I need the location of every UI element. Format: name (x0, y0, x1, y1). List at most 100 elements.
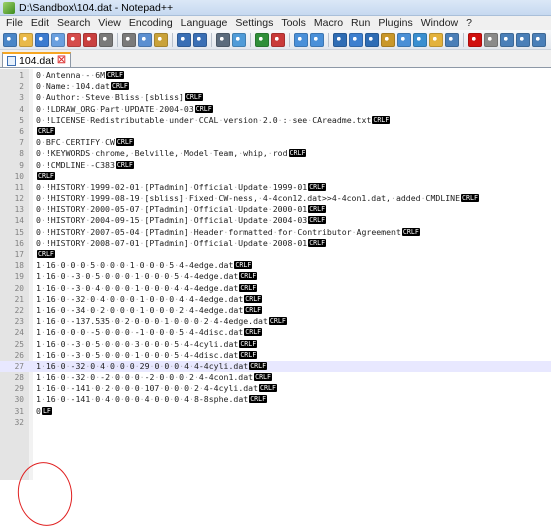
menu-window[interactable]: Window (417, 17, 462, 29)
user-lang-icon[interactable] (381, 32, 395, 47)
play-macro-icon[interactable] (500, 32, 514, 47)
menu-plugins[interactable]: Plugins (374, 17, 416, 29)
editor-line[interactable]: 9 0·!CMDLINE·-C383 CRLF (0, 160, 551, 171)
editor-line[interactable]: 11 0·!HISTORY·1999-02-01·[PTadmin]·Offici… (0, 182, 551, 193)
eol-marker: CRLF (239, 272, 258, 281)
editor-line[interactable]: 1 0·Antenna·-·6M CRLF (0, 70, 551, 81)
editor-line[interactable]: 29 1·16·0·-141·0·2·0·0·0·107·0·0·0·2·4-4c… (0, 383, 551, 394)
editor-lines[interactable]: 1 0·Antenna·-·6M CRLF 2 0·Name:·104.dat CRLF 3… (0, 70, 551, 428)
tab-close-icon[interactable]: ☒ (57, 55, 66, 66)
stop-macro-icon[interactable] (484, 32, 498, 47)
line-number: 22 (14, 305, 24, 315)
copy-icon[interactable] (138, 32, 152, 47)
doc-map-icon[interactable] (397, 32, 411, 47)
menu-search[interactable]: Search (53, 17, 94, 29)
cut-icon[interactable] (122, 32, 136, 47)
editor-line[interactable]: 16 0·!HISTORY·2008-07-01·[PTadmin]·Offici… (0, 238, 551, 249)
editor-line[interactable]: 8 0·!KEYWORDS·chrome,·Belville,·Model·Tea… (0, 148, 551, 159)
zoom-out-icon[interactable] (271, 32, 285, 47)
editor-line[interactable]: 21 1·16·0·-32·0·4·0·0·0·1·0·0·0·4·4-4edge… (0, 294, 551, 305)
save-all-icon[interactable] (51, 32, 65, 47)
editor-line[interactable]: 32 (0, 417, 551, 428)
save-icon[interactable] (35, 32, 49, 47)
line-number: 5 (19, 115, 24, 125)
editor-line[interactable]: 14 0·!HISTORY·2004-09-15·[PTadmin]·Offici… (0, 215, 551, 226)
indent-guide-icon[interactable] (365, 32, 379, 47)
redo-icon[interactable] (193, 32, 207, 47)
close-icon[interactable] (67, 32, 81, 47)
editor-line[interactable]: 3 0·Author:·Steve·Bliss·[sbliss] CRLF (0, 92, 551, 103)
menu-view[interactable]: View (94, 17, 125, 29)
paste-icon[interactable] (154, 32, 168, 47)
editor-line[interactable]: 4 0·!LDRAW_ORG·Part·UPDATE·2004-03 CRLF (0, 104, 551, 115)
menu-encoding[interactable]: Encoding (125, 17, 177, 29)
sync-h-icon[interactable] (310, 32, 324, 47)
line-number: 7 (19, 138, 24, 148)
editor-line[interactable]: 15 0·!HISTORY·2007-05-04·[PTadmin]·Header… (0, 227, 551, 238)
editor-line[interactable]: 17 CRLF (0, 249, 551, 260)
editor-area[interactable]: 1 0·Antenna·-·6M CRLF 2 0·Name:·104.dat CRLF 3… (0, 69, 551, 530)
menu-settings[interactable]: Settings (231, 17, 277, 29)
menu-help[interactable]: ? (462, 17, 476, 29)
line-text: 1·16·0·-3·0·5·0·0·0·1·0·0·0·5·4-4edge.da… (36, 271, 258, 282)
editor-line[interactable]: 30 1·16·0·-141·0·4·0·0·0·4·0·0·0·4·8-8sph… (0, 394, 551, 405)
editor-line[interactable]: 10 CRLF (0, 171, 551, 182)
editor-line[interactable]: 6 CRLF (0, 126, 551, 137)
line-text: 0·BFC·CERTIFY·CW CRLF (36, 137, 134, 148)
close-all-icon[interactable] (83, 32, 97, 47)
line-number: 15 (14, 227, 24, 237)
line-number: 8 (19, 149, 24, 159)
editor-line[interactable]: 25 1·16·0·-3·0·5·0·0·0·3·0·0·0·5·4-4cyli.… (0, 339, 551, 350)
eol-marker: CRLF (461, 194, 479, 203)
editor-line[interactable]: 13 0·!HISTORY·2000-05-07·[PTadmin]·Offici… (0, 204, 551, 215)
line-number: 30 (14, 395, 24, 405)
editor-line[interactable]: 19 1·16·0·-3·0·5·0·0·0·1·0·0·0·5·4-4edge.… (0, 271, 551, 282)
func-list-icon[interactable] (413, 32, 427, 47)
eol-marker: CRLF (259, 384, 277, 393)
eol-marker: CRLF (110, 82, 129, 91)
editor-line[interactable]: 7 0·BFC·CERTIFY·CW CRLF (0, 137, 551, 148)
menu-macro[interactable]: Macro (310, 17, 347, 29)
menu-language[interactable]: Language (177, 17, 232, 29)
toolbar-separator (117, 32, 118, 47)
line-text: 0·!HISTORY·2007-05-04·[PTadmin]·Header·f… (36, 226, 420, 237)
new-file-icon[interactable] (3, 32, 17, 47)
editor-line[interactable]: 12 0·!HISTORY·1999-08-19·[sbliss]·Fixed·C… (0, 193, 551, 204)
folder-icon[interactable] (429, 32, 443, 47)
editor-line[interactable]: 28 1·16·0·-32·0·-2·0·0·0·-2·0·0·0·2·4-4co… (0, 372, 551, 383)
editor-line[interactable]: 24 1·16·0·0·0·-5·0·0·0·-1·0·0·0·5·4-4disc… (0, 327, 551, 338)
play-multiple-icon[interactable] (516, 32, 530, 47)
print-icon[interactable] (99, 32, 113, 47)
title-bar: D:\Sandbox\104.dat - Notepad++ (0, 0, 551, 16)
find-icon[interactable] (216, 32, 230, 47)
eol-marker: CRLF (249, 361, 268, 370)
menu-file[interactable]: File (2, 17, 27, 29)
record-macro-icon[interactable] (468, 32, 482, 47)
tab-104-dat[interactable]: 104.dat ☒ (2, 52, 72, 67)
editor-line[interactable]: 5 0·!LICENSE·Redistributable·under·CCAL·v… (0, 115, 551, 126)
replace-icon[interactable] (232, 32, 246, 47)
monitor-icon[interactable] (445, 32, 459, 47)
editor-line[interactable]: 2 0·Name:·104.dat CRLF (0, 81, 551, 92)
sync-v-icon[interactable] (294, 32, 308, 47)
save-macro-icon[interactable] (532, 32, 546, 47)
menu-tools[interactable]: Tools (277, 17, 310, 29)
zoom-in-icon[interactable] (255, 32, 269, 47)
open-file-icon[interactable] (19, 32, 33, 47)
editor-line[interactable]: 22 1·16·0·-34·0·2·0·0·0·1·0·0·0·2·4-4edge… (0, 305, 551, 316)
wrap-icon[interactable] (333, 32, 347, 47)
menu-run[interactable]: Run (347, 17, 374, 29)
editor-line[interactable]: 18 1·16·0·0·0·5·0·0·0·1·0·0·0·5·4-4edge.d… (0, 260, 551, 271)
editor-line[interactable]: 26 1·16·0·-3·0·5·0·0·0·1·0·0·0·5·4-4disc.… (0, 350, 551, 361)
line-text: 1·16·0·-141·0·4·0·0·0·4·0·0·0·4·8-8sphe.… (36, 394, 268, 405)
eol-marker: CRLF (308, 205, 327, 214)
line-text: 0·!HISTORY·1999-08-19·[sbliss]·Fixed·CW-… (36, 193, 479, 204)
editor-line[interactable]: 31 0 LF (0, 406, 551, 417)
undo-icon[interactable] (177, 32, 191, 47)
editor-line[interactable]: 23 1·16·0·-137.535·0·2·0·0·0·1·0·0·0·2·4-… (0, 316, 551, 327)
editor-line[interactable]: 20 1·16·0·-3·0·4·0·0·0·1·0·0·0·4·4-4edge.… (0, 283, 551, 294)
editor-line[interactable]: 27 1·16·0·-32·0·4·0·0·0·29·0·0·0·4·4-4cyl… (0, 360, 551, 373)
line-text: 0·Antenna·-·6M CRLF (36, 70, 124, 80)
all-chars-icon[interactable] (349, 32, 363, 47)
menu-edit[interactable]: Edit (27, 17, 53, 29)
